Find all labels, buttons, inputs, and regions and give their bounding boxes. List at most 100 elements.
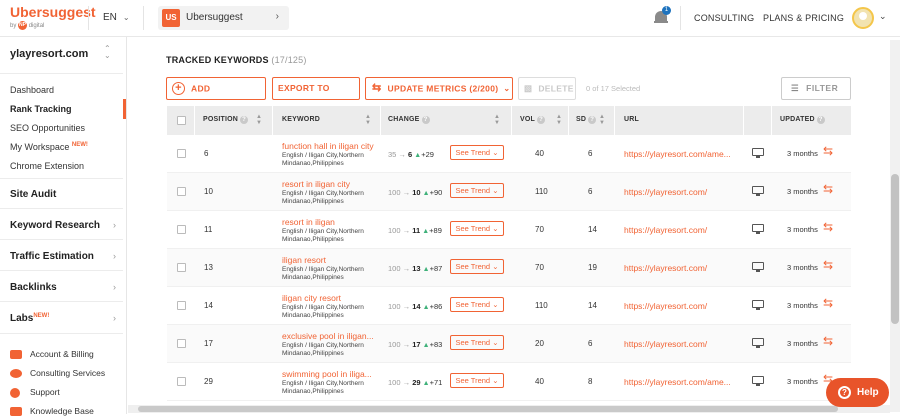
- header-sd[interactable]: SD?: [576, 116, 597, 124]
- chevron-down-icon[interactable]: ⌄: [879, 11, 887, 22]
- vertical-scrollbar[interactable]: [890, 40, 900, 412]
- position-value: 17: [204, 339, 213, 348]
- vol-value: 40: [535, 377, 544, 386]
- see-trend-button[interactable]: See Trend ⌄: [450, 297, 504, 312]
- monitor-icon[interactable]: [752, 262, 766, 272]
- swap-icon[interactable]: ⇆: [823, 258, 833, 272]
- site-name[interactable]: ylayresort.com: [10, 48, 88, 60]
- export-csv-button[interactable]: EXPORT TO CSV⌄: [272, 77, 360, 115]
- help-button[interactable]: ? Help: [826, 378, 889, 407]
- row-checkbox[interactable]: [177, 377, 186, 386]
- sidebar-item-my-workspace[interactable]: My Workspace NEW!: [10, 142, 88, 152]
- sidebar-section-traffic-estimation[interactable]: Traffic Estimation: [10, 251, 94, 262]
- site-switch-chevron-icon[interactable]: ⌃ ⌄: [104, 45, 111, 60]
- user-avatar[interactable]: [852, 7, 874, 29]
- keyword-link[interactable]: swimming pool in iliga...: [282, 369, 372, 379]
- sidebar-section-labs[interactable]: LabsNEW!: [10, 313, 49, 324]
- table-row[interactable]: 6 function hall in iligan city English / I…: [167, 135, 851, 173]
- see-trend-button[interactable]: See Trend ⌄: [450, 335, 504, 350]
- project-selector[interactable]: US Ubersuggest ›: [158, 6, 289, 30]
- see-trend-button[interactable]: See Trend ⌄: [450, 183, 504, 198]
- keyword-link[interactable]: resort in iligan: [282, 217, 335, 227]
- sort-icon[interactable]: ▲ ▼: [365, 114, 371, 126]
- keyword-link[interactable]: iligan resort: [282, 255, 326, 265]
- sidebar-item-chrome-extension[interactable]: Chrome Extension: [10, 161, 84, 171]
- update-metrics-button[interactable]: ⇆ UPDATE METRICS (2/200) ⌄: [365, 77, 513, 100]
- horizontal-scrollbar[interactable]: [128, 405, 890, 413]
- monitor-icon[interactable]: [752, 376, 766, 386]
- row-checkbox[interactable]: [177, 263, 186, 272]
- sidebar-footer-support[interactable]: Support: [10, 387, 60, 398]
- table-row[interactable]: 11 resort in iligan English / Iligan City,…: [167, 211, 851, 249]
- nav-consulting[interactable]: CONSULTING: [694, 13, 754, 23]
- monitor-icon[interactable]: [752, 338, 766, 348]
- swap-icon[interactable]: ⇆: [823, 144, 833, 158]
- header-change[interactable]: CHANGE?: [388, 116, 430, 124]
- row-checkbox[interactable]: [177, 339, 186, 348]
- header-keyword[interactable]: KEYWORD: [282, 116, 320, 123]
- monitor-icon[interactable]: [752, 224, 766, 234]
- keyword-link[interactable]: iligan city resort: [282, 293, 341, 303]
- sort-icon[interactable]: ▲ ▼: [494, 114, 500, 126]
- table-row[interactable]: 14 iligan city resort English / Iligan Cit…: [167, 287, 851, 325]
- header-vol[interactable]: VOL?: [520, 116, 545, 124]
- url-link[interactable]: https://ylayresort.com/: [624, 263, 707, 273]
- sidebar-item-seo-opportunities[interactable]: SEO Opportunities: [10, 123, 85, 133]
- header-url[interactable]: URL: [624, 116, 639, 123]
- vol-value: 110: [535, 301, 548, 310]
- sort-icon[interactable]: ▲ ▼: [599, 114, 605, 126]
- row-checkbox[interactable]: [177, 149, 186, 158]
- header-updated[interactable]: UPDATED?: [780, 116, 825, 124]
- table-row[interactable]: 13 iligan resort English / Iligan City,Nor…: [167, 249, 851, 287]
- filter-button[interactable]: ☰ FILTER: [781, 77, 851, 100]
- swap-icon[interactable]: ⇆: [823, 334, 833, 348]
- table-row[interactable]: 29 swimming pool in iliga... English / Ili…: [167, 363, 851, 401]
- see-trend-button[interactable]: See Trend ⌄: [450, 145, 504, 160]
- swap-icon[interactable]: ⇆: [823, 220, 833, 234]
- see-trend-button[interactable]: See Trend ⌄: [450, 373, 504, 388]
- add-keywords-button[interactable]: +ADD KEYWORDS: [166, 77, 266, 115]
- url-link[interactable]: https://ylayresort.com/: [624, 301, 707, 311]
- url-link[interactable]: https://ylayresort.com/: [624, 187, 707, 197]
- header-position[interactable]: POSITION?: [203, 116, 249, 124]
- table-row[interactable]: 10 resort in iligan city English / Iligan …: [167, 173, 851, 211]
- ubersuggest-logo[interactable]: Ubersuggest by NP digital: [10, 5, 96, 30]
- url-link[interactable]: https://ylayresort.com/: [624, 225, 707, 235]
- select-all-checkbox[interactable]: [177, 116, 186, 125]
- keyword-link[interactable]: exclusive pool in iligan...: [282, 331, 374, 341]
- url-link[interactable]: https://ylayresort.com/ame...: [624, 377, 731, 387]
- swap-icon[interactable]: ⇆: [823, 182, 833, 196]
- swap-icon[interactable]: ⇆: [823, 296, 833, 310]
- nav-plans-pricing[interactable]: PLANS & PRICING: [763, 13, 844, 23]
- sidebar-section-keyword-research[interactable]: Keyword Research: [10, 220, 100, 231]
- billing-icon: [10, 350, 22, 360]
- table-row[interactable]: 17 exclusive pool in iligan... English / I…: [167, 325, 851, 363]
- sidebar-item-dashboard[interactable]: Dashboard: [10, 85, 54, 95]
- sidebar-section-site-audit[interactable]: Site Audit: [10, 189, 56, 200]
- monitor-icon[interactable]: [752, 300, 766, 310]
- row-checkbox[interactable]: [177, 225, 186, 234]
- monitor-icon[interactable]: [752, 186, 766, 196]
- url-link[interactable]: https://ylayresort.com/ame...: [624, 149, 731, 159]
- active-indicator: [123, 99, 126, 119]
- sort-icon[interactable]: ▲ ▼: [256, 114, 262, 126]
- delete-button[interactable]: ▧ DELETE: [518, 77, 576, 100]
- keyword-link[interactable]: resort in iligan city: [282, 179, 350, 189]
- project-badge: US: [162, 9, 180, 27]
- row-checkbox[interactable]: [177, 187, 186, 196]
- position-value: 13: [204, 263, 213, 272]
- language-selector[interactable]: EN ⌄: [103, 12, 130, 23]
- see-trend-button[interactable]: See Trend ⌄: [450, 259, 504, 274]
- sidebar-item-rank-tracking[interactable]: Rank Tracking: [10, 104, 72, 114]
- sidebar-footer-account-billing[interactable]: Account & Billing: [10, 349, 94, 360]
- sidebar-footer-consulting[interactable]: Consulting Services: [10, 368, 105, 379]
- notification-bell-icon[interactable]: 1: [654, 6, 671, 24]
- see-trend-button[interactable]: See Trend ⌄: [450, 221, 504, 236]
- row-checkbox[interactable]: [177, 301, 186, 310]
- monitor-icon[interactable]: [752, 148, 766, 158]
- sidebar-footer-knowledge-base[interactable]: Knowledge Base: [10, 406, 94, 416]
- sidebar-section-backlinks[interactable]: Backlinks: [10, 282, 57, 293]
- sort-icon[interactable]: ▲ ▼: [556, 114, 562, 126]
- url-link[interactable]: https://ylayresort.com/: [624, 339, 707, 349]
- keyword-link[interactable]: function hall in iligan city: [282, 141, 374, 151]
